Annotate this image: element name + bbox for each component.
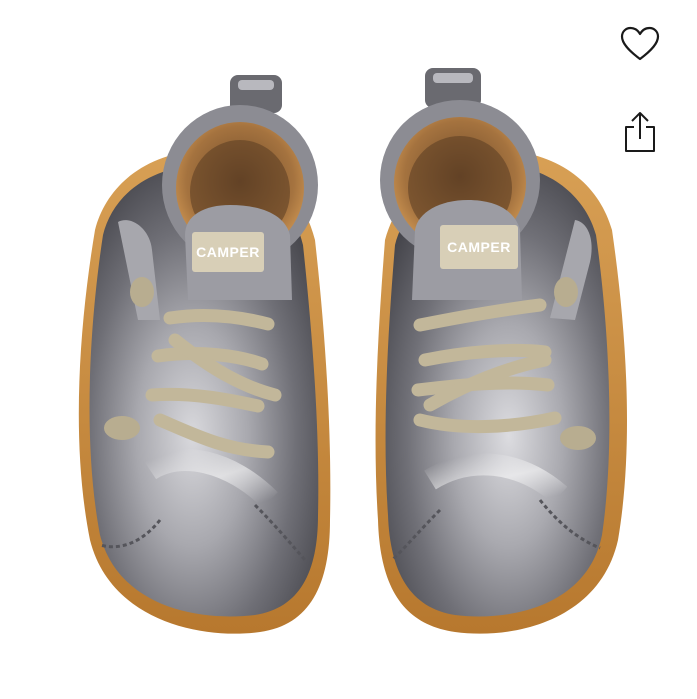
brand-label-right: CAMPER	[447, 239, 511, 255]
share-icon	[625, 112, 655, 152]
favorite-button[interactable]	[618, 22, 662, 66]
product-gallery: CAMPER CAMPER	[0, 0, 697, 699]
product-photo: CAMPER CAMPER	[78, 68, 628, 634]
share-button[interactable]	[618, 110, 662, 154]
left-shoe: CAMPER	[78, 75, 331, 634]
brand-label-left: CAMPER	[196, 244, 260, 260]
right-shoe: CAMPER	[375, 68, 628, 634]
heart-outline-icon	[620, 26, 660, 61]
